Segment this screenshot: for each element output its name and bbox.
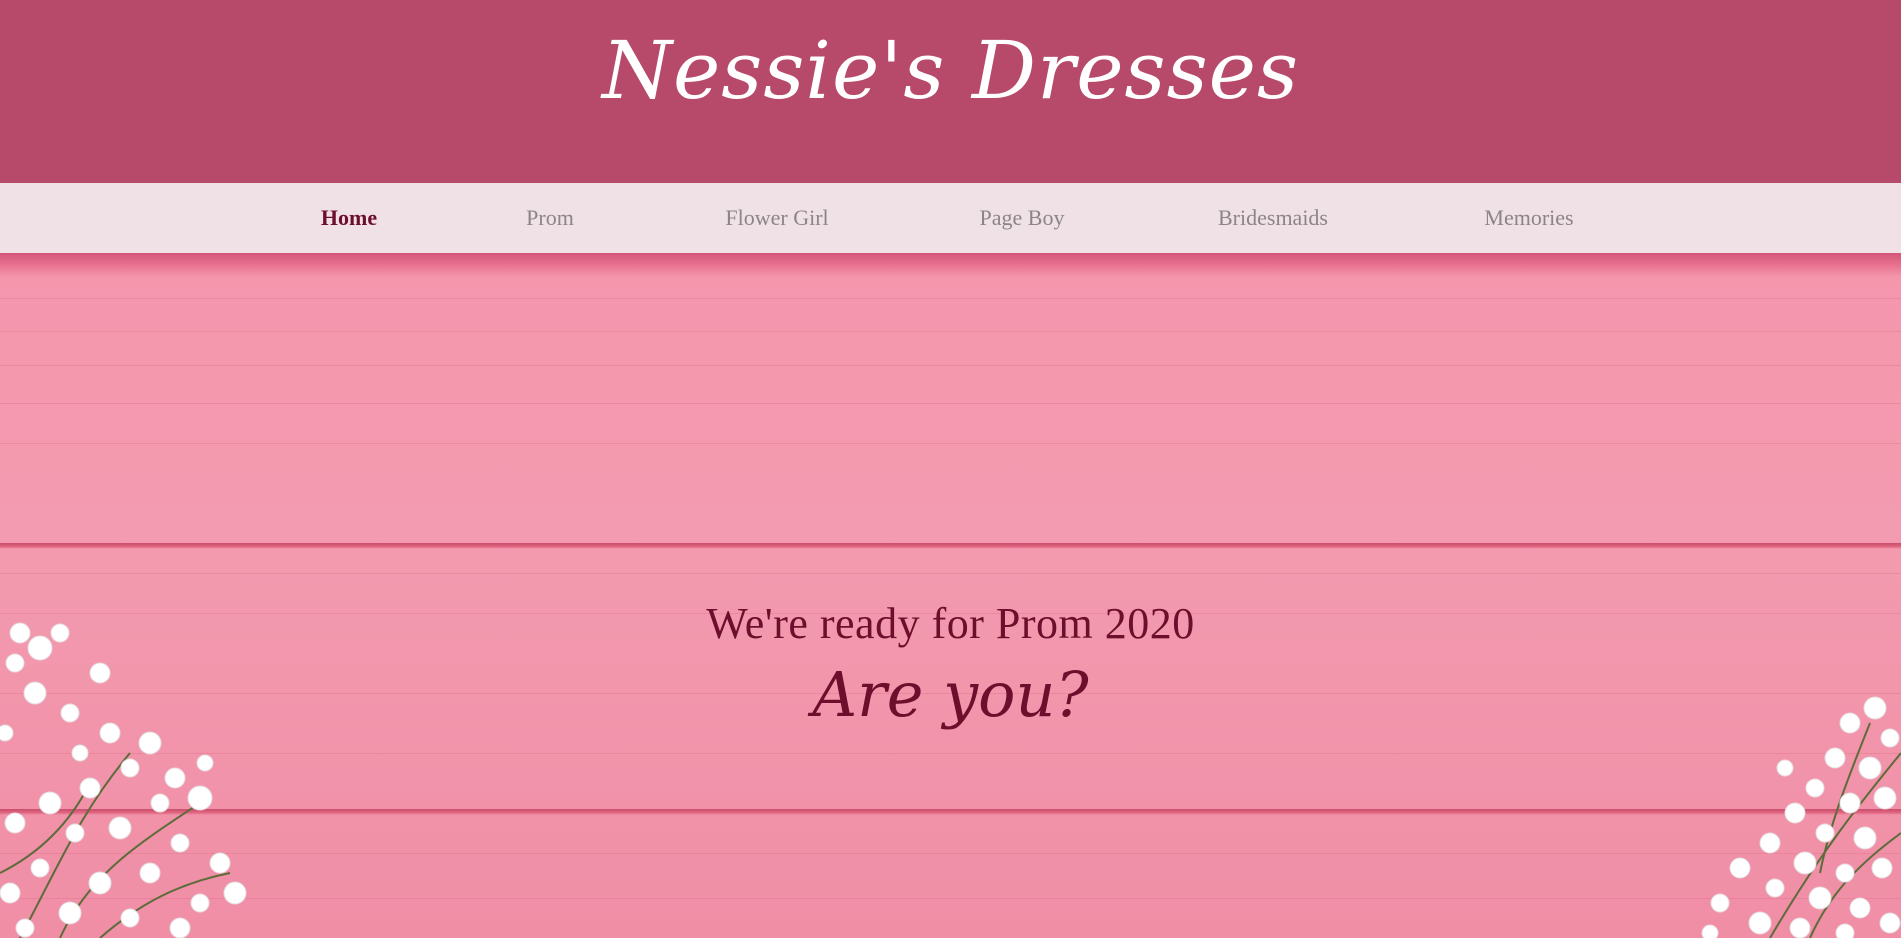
hero-subheading: Are you?	[812, 658, 1089, 731]
plank-seam	[0, 809, 1901, 815]
nav-item-page-boy[interactable]: Page Boy	[980, 183, 1065, 253]
nav-item-flower-girl[interactable]: Flower Girl	[725, 183, 828, 253]
site-title: Nessie's Dresses	[601, 24, 1300, 118]
main-nav: Home Prom Flower Girl Page Boy Bridesmai…	[0, 183, 1901, 253]
wood-grain	[0, 853, 1901, 854]
nav-item-bridesmaids[interactable]: Bridesmaids	[1218, 183, 1328, 253]
site-header: Nessie's Dresses	[0, 0, 1901, 183]
wood-grain	[0, 898, 1901, 899]
wood-grain	[0, 753, 1901, 754]
wood-grain	[0, 573, 1901, 574]
wood-grain	[0, 331, 1901, 332]
plank-seam	[0, 543, 1901, 549]
plank-seam	[0, 253, 1901, 277]
hero-heading: We're ready for Prom 2020	[706, 599, 1195, 648]
wood-grain	[0, 298, 1901, 299]
wood-grain	[0, 443, 1901, 444]
nav-item-memories[interactable]: Memories	[1484, 183, 1573, 253]
wood-grain	[0, 403, 1901, 404]
hero-banner: We're ready for Prom 2020 Are you?	[0, 253, 1901, 938]
wood-grain	[0, 365, 1901, 366]
nav-item-home[interactable]: Home	[321, 183, 377, 253]
nav-item-prom[interactable]: Prom	[526, 183, 574, 253]
